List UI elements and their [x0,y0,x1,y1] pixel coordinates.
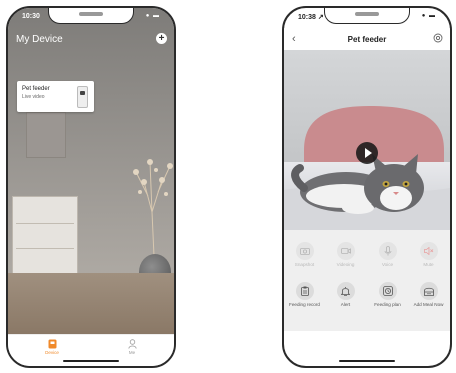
video-camera-icon [340,248,351,254]
floor [8,273,174,335]
earpiece-speaker [355,12,379,16]
clipboard-icon [300,286,309,296]
tab-label: Device [45,350,59,355]
home-indicator [339,360,395,362]
phone-notch [324,8,410,24]
home-indicator [63,360,119,362]
voice-button[interactable]: Voice [367,242,408,267]
dried-branches-decor [133,159,173,256]
tab-device[interactable]: Device [32,339,72,355]
microphone-icon [384,246,391,256]
earpiece-speaker [79,12,103,16]
control-panel: Snapshot Videoing Voice Mute Feeding rec… [284,230,450,331]
play-button[interactable] [356,142,378,164]
device-icon [48,339,56,349]
wall-picture [26,112,66,158]
feeding-plan-label: Feeding plan [374,302,401,307]
cat-video-frame [284,50,450,230]
add-device-button[interactable]: + [156,33,167,44]
page-title: My Device [16,34,63,45]
device-name: Pet feeder [22,86,50,92]
status-time: 10:38 ↗ [298,14,324,21]
device-card-pet-feeder[interactable]: Pet feeder Live video [17,81,94,112]
cabinet [12,196,78,276]
feeding-record-label: Feeding record [289,302,320,307]
status-icons: ● ▬ [421,13,436,19]
mute-label: Mute [423,262,434,267]
settings-icon[interactable] [433,33,443,43]
background-room-photo [8,8,174,335]
voice-label: Voice [381,262,394,267]
nav-bar: ‹ Pet feeder [284,28,450,50]
alert-button[interactable]: Alert [325,282,366,307]
bowl-icon [423,287,434,296]
page-title: Pet feeder [347,35,387,44]
phone-device-list: 10:30 ● ▬ My Device + Pet feeder Live vi… [6,6,176,368]
feeding-plan-button[interactable]: Feeding plan [367,282,408,307]
pet-feeder-thumbnail [77,86,88,108]
device-status: Live video [22,94,45,100]
bell-icon [341,287,350,296]
phone-notch [48,8,134,24]
tab-me[interactable]: Me [112,339,152,355]
snapshot-label: Snapshot [294,262,315,267]
tab-label: Me [128,350,136,355]
status-time: 10:30 [22,13,40,20]
clock-icon [382,286,393,296]
videoing-button[interactable]: Videoing [325,242,366,267]
alert-label: Alert [340,302,351,307]
add-meal-now-button[interactable]: Add Meal Now [408,282,449,307]
snapshot-button[interactable]: Snapshot [284,242,325,267]
live-video-view[interactable] [284,50,450,230]
add-meal-now-label: Add Meal Now [413,302,444,307]
mute-button[interactable]: Mute [408,242,449,267]
status-icons: ● ▬ [145,13,160,19]
camera-icon [299,248,310,255]
feeding-record-button[interactable]: Feeding record [284,282,325,307]
videoing-label: Videoing [336,262,355,267]
phone-pet-feeder: 10:38 ↗ ● ▬ ‹ Pet feeder Snapshot Videoi… [282,6,452,368]
user-icon [127,339,137,349]
speaker-icon [423,247,433,255]
